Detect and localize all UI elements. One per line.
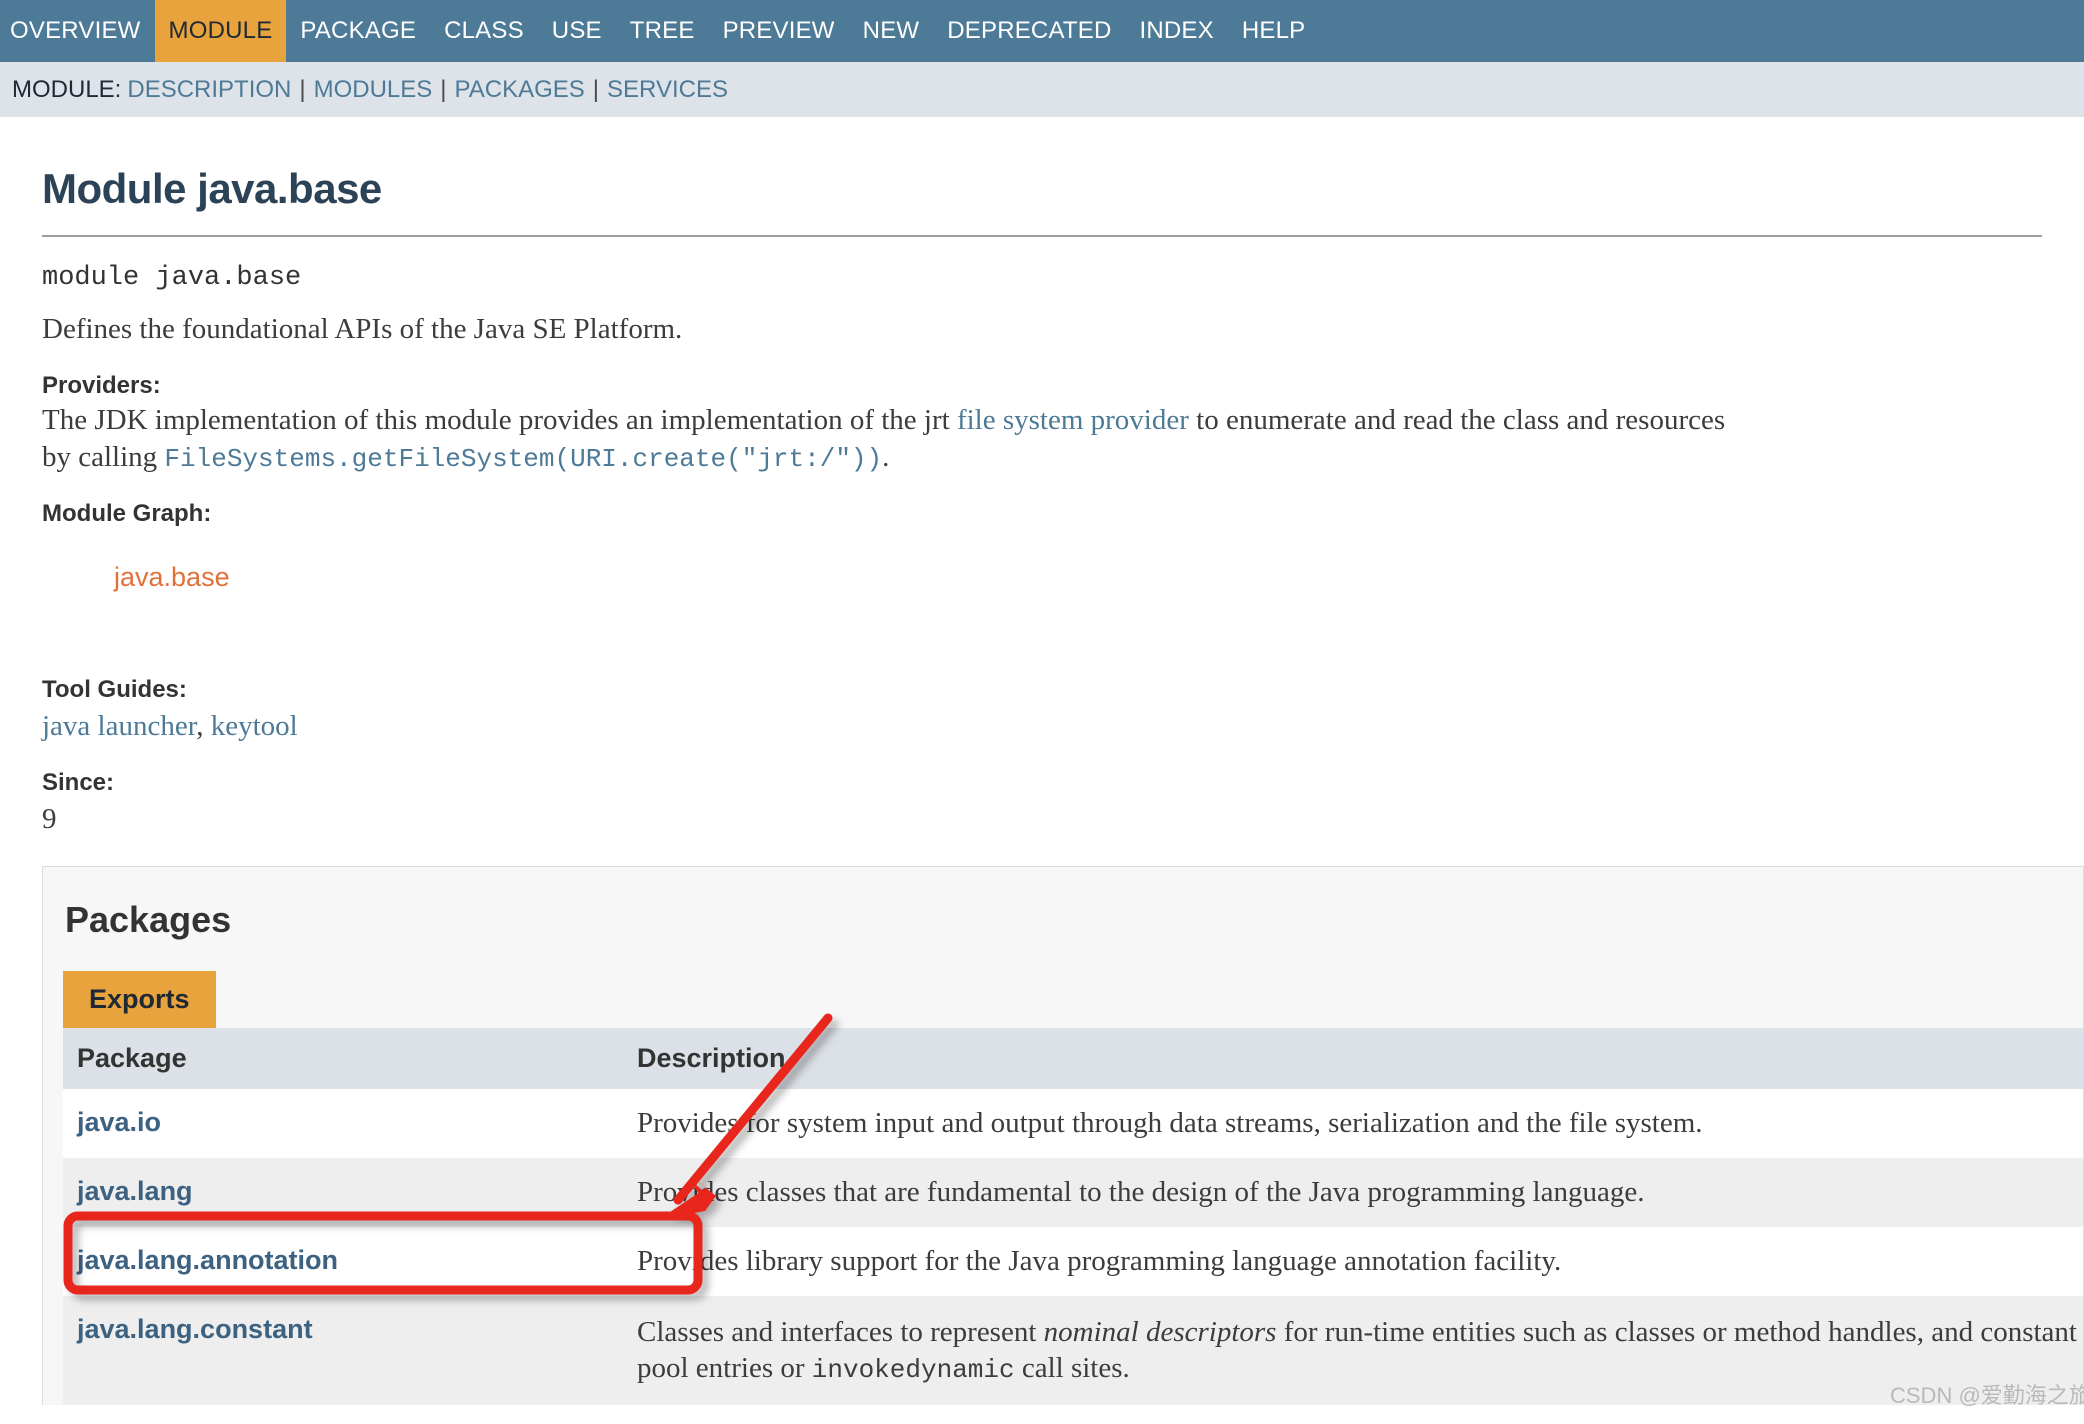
nav-item-use[interactable]: USE [538, 0, 616, 62]
package-cell: java.lang.annotation [63, 1227, 623, 1296]
providers-text-before: The JDK implementation of this module pr… [42, 404, 957, 436]
tool-guides-separator: , [196, 710, 211, 742]
tab-exports[interactable]: Exports [63, 971, 216, 1028]
description-cell: Classes and interfaces to represent nomi… [623, 1296, 2083, 1405]
since-heading: Since: [42, 769, 115, 796]
nav-item-deprecated[interactable]: DEPRECATED [933, 0, 1125, 62]
column-header-package[interactable]: Package [63, 1028, 623, 1089]
page-title: Module java.base [42, 165, 382, 212]
subnav-separator: | [440, 75, 447, 103]
packages-table-header-row: Package Description [63, 1028, 2083, 1089]
providers-line-1: The JDK implementation of this module pr… [42, 406, 2042, 435]
desc-part-2: for run-time entities such as classes or… [1276, 1316, 1974, 1348]
description-cell: Provides library support for the Java pr… [623, 1227, 2083, 1296]
top-navigation-items: OVERVIEW MODULE PACKAGE CLASS USE TREE PREVIEW… [0, 0, 1319, 62]
csdn-watermark: CSDN @爱勤海之旅 [1890, 1383, 2084, 1408]
nav-item-preview[interactable]: PREVIEW [709, 0, 849, 62]
filesystems-getfilesystem-link[interactable]: FileSystems.getFileSystem(URI.create("jr… [164, 444, 882, 474]
subnav-label: MODULE: [12, 75, 122, 103]
java-launcher-link[interactable]: java launcher [42, 710, 196, 742]
title-divider [42, 235, 2042, 237]
providers-line2-prefix: by calling [42, 441, 165, 473]
nav-item-class[interactable]: CLASS [430, 0, 538, 62]
desc-italic-nominal-descriptors: nominal descriptors [1043, 1316, 1277, 1348]
package-cell: java.lang.constant [63, 1296, 623, 1405]
subnav-links: DESCRIPTION | MODULES | PACKAGES | SERVICES [127, 76, 728, 104]
top-navigation-bar: OVERVIEW MODULE PACKAGE CLASS USE TREE PREVIEW… [0, 0, 2084, 62]
packages-title: Packages [65, 899, 232, 940]
nav-item-new[interactable]: NEW [849, 0, 934, 62]
main-content: Module java.base module java.base Define… [0, 165, 2084, 1405]
table-row: java.lang Provides classes that are fund… [63, 1158, 2083, 1227]
package-link-java-lang-annotation[interactable]: java.lang.annotation [77, 1245, 338, 1275]
providers-line-2: by calling FileSystems.getFileSystem(URI… [42, 441, 2042, 474]
module-graph-heading: Module Graph: [42, 500, 212, 527]
packages-section: Packages Exports Package Description jav… [42, 866, 2084, 1405]
subnav-link-description[interactable]: DESCRIPTION [127, 76, 291, 103]
package-link-java-io[interactable]: java.io [77, 1107, 161, 1137]
nav-item-module[interactable]: MODULE [154, 0, 287, 62]
keytool-link[interactable]: keytool [211, 710, 298, 742]
tool-guides-heading: Tool Guides: [42, 676, 187, 703]
package-cell: java.lang [63, 1158, 623, 1227]
table-row: java.io Provides for system input and ou… [63, 1089, 2083, 1158]
description-cell: Provides classes that are fundamental to… [623, 1158, 2083, 1227]
sub-navigation-bar: MODULE: DESCRIPTION | MODULES | PACKAGES | SER… [0, 62, 2084, 117]
nav-item-package[interactable]: PACKAGE [286, 0, 430, 62]
subnav-link-services[interactable]: SERVICES [607, 76, 728, 103]
providers-heading: Providers: [42, 372, 161, 399]
nav-item-index[interactable]: INDEX [1126, 0, 1228, 62]
subnav-link-packages[interactable]: PACKAGES [455, 76, 585, 103]
table-row: java.lang.annotation Provides library su… [63, 1227, 2083, 1296]
column-header-description[interactable]: Description [623, 1028, 2083, 1089]
desc-line2-part-2: call sites. [1014, 1352, 1130, 1385]
subnav-separator: | [592, 75, 600, 103]
package-link-java-lang[interactable]: java.lang [77, 1176, 193, 1206]
package-link-java-lang-constant[interactable]: java.lang.constant [77, 1314, 313, 1344]
module-declaration: module java.base [42, 263, 302, 293]
table-row: java.lang.constant Classes and interface… [63, 1296, 2083, 1405]
providers-text-after: to enumerate and read the class and reso… [1188, 404, 1726, 436]
tool-guides-links: java launcher, keytool [42, 712, 2042, 741]
subnav-separator: | [299, 75, 306, 103]
nav-item-help[interactable]: HELP [1228, 0, 1320, 62]
module-graph-figure: java.base [114, 562, 2042, 648]
package-cell: java.io [63, 1089, 623, 1158]
providers-line2-suffix: . [882, 441, 890, 473]
nav-item-tree[interactable]: TREE [616, 0, 709, 62]
desc-line2-mono-invokedynamic: invokedynamic [811, 1355, 1015, 1386]
packages-tab-list: Exports [63, 971, 2083, 1028]
subnav-link-modules[interactable]: MODULES [314, 76, 433, 103]
module-graph-node-java-base[interactable]: java.base [114, 562, 230, 592]
module-summary: Defines the foundational APIs of the Jav… [42, 313, 683, 345]
nav-item-overview[interactable]: OVERVIEW [0, 0, 155, 62]
since-value: 9 [42, 803, 57, 835]
file-system-provider-link[interactable]: file system provider [957, 404, 1189, 436]
desc-part-1: Classes and interfaces to represent [637, 1316, 1044, 1348]
packages-table: Package Description java.io Provides for… [63, 1028, 2083, 1405]
description-cell: Provides for system input and output thr… [623, 1089, 2083, 1158]
